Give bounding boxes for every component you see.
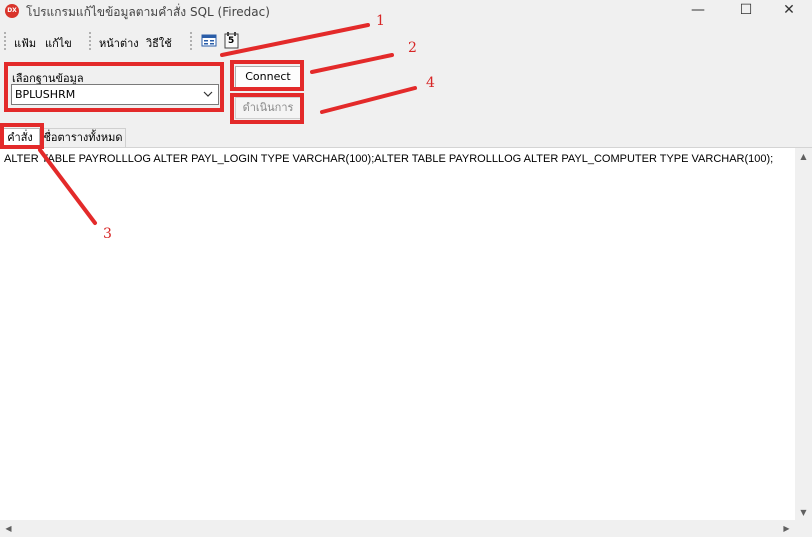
callout-number-3: 3 — [103, 226, 112, 242]
callout-number-2: 2 — [408, 40, 417, 56]
callout-number-4: 4 — [426, 75, 435, 91]
callout-number-1: 1 — [376, 13, 385, 29]
annotation-lines — [38, 23, 417, 225]
callout-line-2 — [310, 53, 394, 74]
callout-line-1 — [220, 23, 370, 57]
callout-line-3 — [38, 148, 97, 225]
callout-line-4 — [320, 86, 417, 114]
